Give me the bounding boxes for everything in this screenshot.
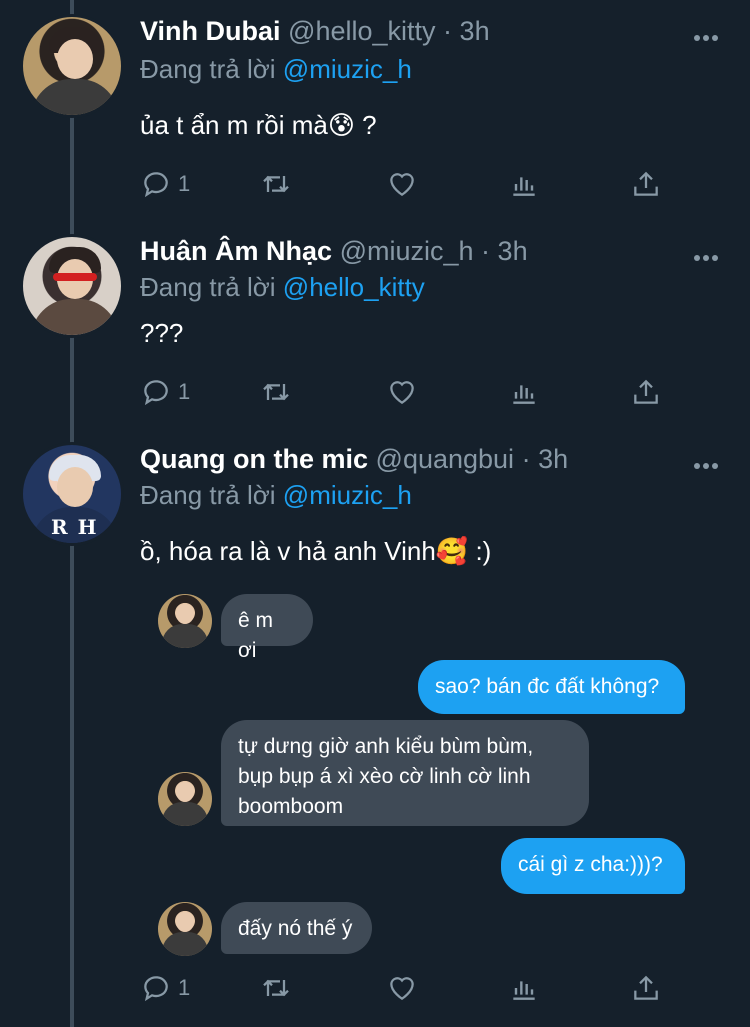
like-icon <box>390 173 414 197</box>
chat-bubble-incoming: đấy nó thế ý <box>221 902 372 954</box>
reply-icon <box>144 976 168 1002</box>
like-button[interactable] <box>386 372 418 412</box>
display-name[interactable]: Vinh Dubai <box>140 16 281 46</box>
retweet-icon <box>263 175 289 193</box>
reply-button[interactable]: 1 <box>140 968 190 1008</box>
reply-icon <box>144 172 168 198</box>
reply-button[interactable]: 1 <box>140 164 190 204</box>
more-icon[interactable] <box>694 456 724 469</box>
timestamp[interactable]: 3h <box>498 236 528 266</box>
handle[interactable]: @miuzic_h <box>340 236 474 266</box>
chat-bubble-outgoing: cái gì z cha:)))? <box>501 838 685 894</box>
avatar[interactable] <box>20 234 124 338</box>
avatar[interactable]: RH <box>20 442 124 546</box>
timestamp[interactable]: 3h <box>460 16 490 46</box>
handle[interactable]: @hello_kitty <box>288 16 435 46</box>
analytics-button[interactable] <box>508 164 540 204</box>
analytics-button[interactable] <box>508 372 540 412</box>
like-button[interactable] <box>386 968 418 1008</box>
analytics-icon <box>513 385 535 404</box>
reply-prefix: Đang trả lời <box>140 272 276 302</box>
display-name[interactable]: Huân Âm Nhạc <box>140 236 332 266</box>
share-icon <box>634 379 658 404</box>
chat-avatar <box>158 772 212 826</box>
analytics-icon <box>513 981 535 1000</box>
chat-avatar <box>158 594 212 648</box>
tweet-text: ??? <box>140 318 184 348</box>
reply-mention[interactable]: @miuzic_h <box>283 54 412 84</box>
chat-bubble-incoming: tự dưng giờ anh kiểu bùm bùm, bụp bụp á … <box>221 720 589 826</box>
chat-avatar <box>158 902 212 956</box>
display-name[interactable]: Quang on the mic <box>140 444 368 474</box>
tweet-text: ủa t ẩn m rồi mà😰 ? <box>140 110 377 140</box>
chat-bubble-outgoing: sao? bán đc đất không? <box>418 660 685 714</box>
avatar[interactable] <box>20 14 124 118</box>
chat-bubble-incoming: ê m ơi <box>221 594 313 662</box>
share-icon <box>634 171 658 196</box>
reply-icon <box>144 380 168 406</box>
like-icon <box>390 381 414 405</box>
reply-mention[interactable]: @hello_kitty <box>283 272 425 302</box>
more-icon[interactable] <box>694 28 724 41</box>
handle[interactable]: @quangbui <box>376 444 515 474</box>
share-icon <box>634 975 658 1000</box>
action-bar: 1 <box>140 372 680 412</box>
share-button[interactable] <box>630 968 662 1008</box>
retweet-button[interactable] <box>260 968 292 1008</box>
timestamp[interactable]: 3h <box>538 444 568 474</box>
like-button[interactable] <box>386 164 418 204</box>
analytics-button[interactable] <box>508 968 540 1008</box>
action-bar: 1 <box>140 968 680 1008</box>
analytics-icon <box>513 177 535 196</box>
retweet-button[interactable] <box>260 372 292 412</box>
share-button[interactable] <box>630 372 662 412</box>
retweet-icon <box>263 979 289 997</box>
reply-count: 1 <box>178 379 191 404</box>
more-icon[interactable] <box>694 248 724 261</box>
reply-mention[interactable]: @miuzic_h <box>283 480 412 510</box>
retweet-button[interactable] <box>260 164 292 204</box>
reply-count: 1 <box>178 171 191 196</box>
reply-prefix: Đang trả lời <box>140 480 276 510</box>
reply-button[interactable]: 1 <box>140 372 190 412</box>
reply-prefix: Đang trả lời <box>140 54 276 84</box>
tweet-text: ồ, hóa ra là v hả anh Vinh🥰 :) <box>140 536 492 566</box>
retweet-icon <box>263 383 289 401</box>
reply-count: 1 <box>178 975 191 1000</box>
action-bar: 1 <box>140 164 680 204</box>
share-button[interactable] <box>630 164 662 204</box>
like-icon <box>390 977 414 1001</box>
